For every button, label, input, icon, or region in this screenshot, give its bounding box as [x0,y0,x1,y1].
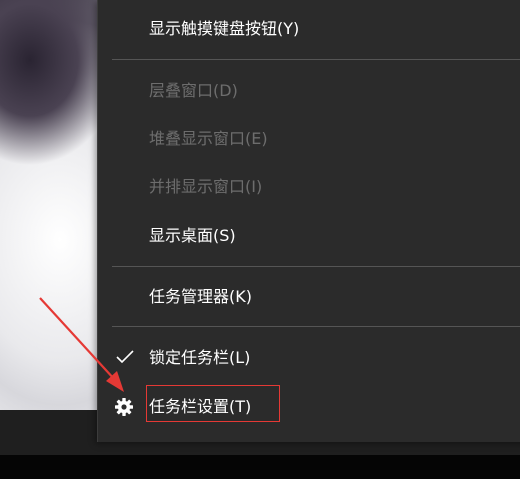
menu-item-task-manager[interactable]: 任务管理器(K) [98,277,520,317]
menu-item-show-desktop[interactable]: 显示桌面(S) [98,216,520,256]
menu-item-label: 任务管理器(K) [149,287,252,306]
menu-item-lock-taskbar[interactable]: 锁定任务栏(L) [98,338,520,378]
gear-icon [115,398,133,416]
menu-separator [112,59,520,60]
taskbar-context-menu: 显示触摸键盘按钮(Y) 层叠窗口(D) 堆叠显示窗口(E) 并排显示窗口(I) … [97,0,520,442]
menu-item-label: 并排显示窗口(I) [149,177,263,196]
menu-item-stack-windows: 堆叠显示窗口(E) [98,119,520,159]
menu-item-label: 显示桌面(S) [149,226,236,245]
menu-separator [112,326,520,327]
menu-item-cascade-windows: 层叠窗口(D) [98,71,520,111]
menu-item-side-by-side-windows: 并排显示窗口(I) [98,167,520,207]
menu-item-label: 堆叠显示窗口(E) [149,129,268,148]
menu-item-show-touch-keyboard-button[interactable]: 显示触摸键盘按钮(Y) [98,9,520,49]
menu-item-label: 层叠窗口(D) [149,81,238,100]
checkmark-icon [116,350,134,364]
menu-item-label: 显示触摸键盘按钮(Y) [149,19,300,38]
annotation-highlight-box [146,385,280,422]
menu-item-label: 锁定任务栏(L) [149,348,251,367]
menu-separator [112,266,520,267]
screen-bottom-edge [0,455,520,479]
